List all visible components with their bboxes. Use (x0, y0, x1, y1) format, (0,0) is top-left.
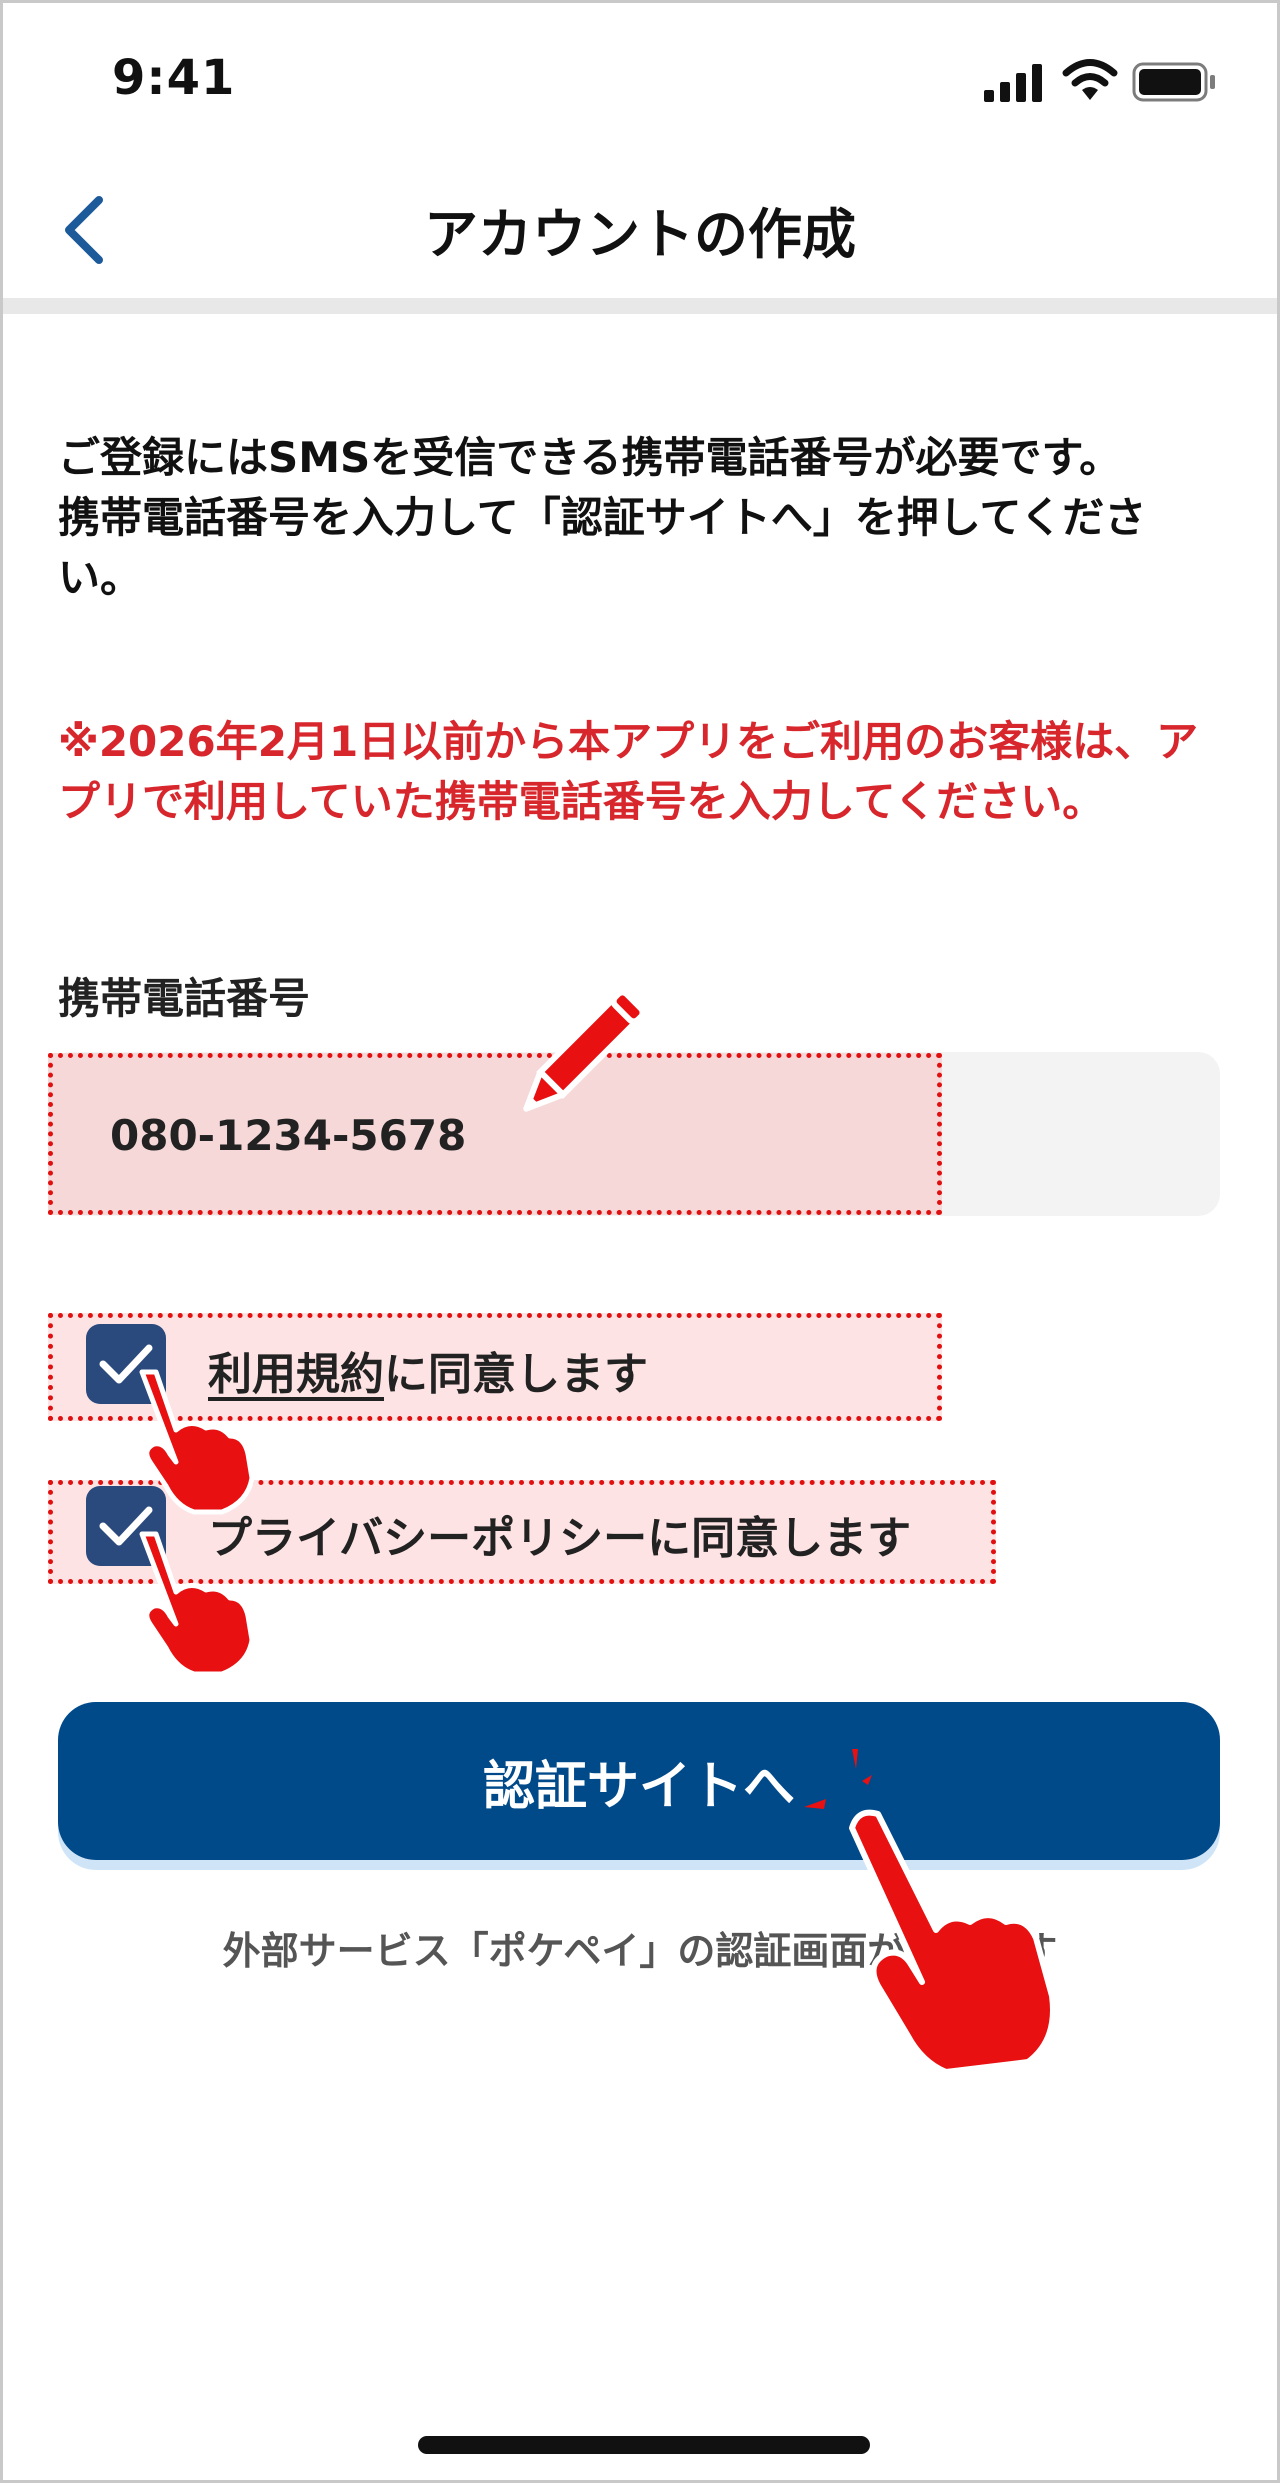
privacy-agreement-label: プライバシーポリシーに同意します (208, 1513, 912, 1564)
checkmark-icon (99, 1506, 153, 1546)
nav-divider (3, 298, 1277, 314)
notice-text: ※2026年2月1日以前から本アプリをご利用のお客様は、アプリで利用していた携帯… (58, 717, 1199, 826)
status-icons (984, 58, 1224, 108)
cta-note: 外部サービス「ポケペイ」の認証画面が開きます (222, 1929, 1058, 1973)
terms-agreement-label: 利用規約に同意します (208, 1338, 648, 1402)
verify-site-button[interactable]: 認証サイトへ (58, 1702, 1220, 1860)
checkmark-icon (99, 1344, 153, 1384)
terms-link[interactable]: 利用規約 (208, 1349, 384, 1400)
privacy-checkbox[interactable] (86, 1486, 166, 1566)
intro-line-2: 携帯電話番号を入力して「認証サイトへ」を押してください。 (58, 493, 1147, 602)
status-time: 9:41 (112, 50, 236, 106)
device-frame (0, 0, 1280, 2483)
terms-checkbox[interactable] (86, 1324, 166, 1404)
home-indicator (418, 2436, 870, 2454)
battery-icon (1132, 62, 1215, 102)
page-title: アカウントの作成 (424, 203, 856, 266)
terms-agreement-suffix: に同意します (384, 1349, 648, 1400)
phone-field-label: 携帯電話番号 (58, 974, 311, 1023)
cellular-signal-icon (984, 64, 1042, 102)
intro-text: ご登録にはSMSを受信できる携帯電話番号が必要です。 携帯電話番号を入力して「認… (58, 428, 1218, 608)
wifi-icon (1062, 59, 1118, 100)
phone-input[interactable] (110, 1100, 710, 1170)
intro-line-1: ご登録にはSMSを受信できる携帯電話番号が必要です。 (58, 433, 1122, 482)
